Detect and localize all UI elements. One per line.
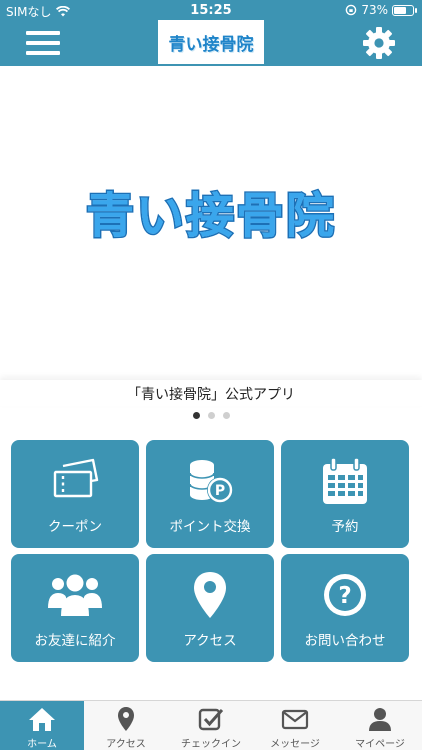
gear-icon[interactable]: [362, 26, 396, 60]
coins-point-icon: P: [189, 460, 233, 503]
tab-message[interactable]: メッセージ: [253, 701, 337, 750]
map-pin-icon: [118, 707, 134, 731]
tab-home-label: ホーム: [27, 739, 57, 750]
person-icon: [369, 708, 391, 731]
point-exchange-label: ポイント交換: [169, 519, 251, 535]
question-icon: ?: [324, 574, 366, 616]
contact-tile[interactable]: ? お問い合わせ: [281, 554, 409, 662]
friends-icon: [48, 574, 102, 616]
carousel-dots: [0, 412, 422, 419]
contact-label: お問い合わせ: [304, 633, 386, 649]
reservation-tile[interactable]: 予約: [281, 440, 409, 548]
carousel-dot[interactable]: [207, 412, 215, 419]
tab-access-label: アクセス: [106, 739, 146, 750]
carousel-dot[interactable]: [222, 412, 230, 419]
home-icon: [29, 708, 55, 731]
refer-friend-label: お友達に紹介: [34, 633, 116, 649]
tab-checkin-label: チェックイン: [181, 739, 241, 750]
reservation-label: 予約: [331, 519, 359, 535]
checkin-icon: [198, 708, 224, 731]
coupon-label: クーポン: [48, 519, 102, 535]
point-exchange-tile[interactable]: P ポイント交換: [146, 440, 274, 548]
tab-home[interactable]: ホーム: [0, 701, 84, 750]
header-logo: 青い接骨院: [158, 20, 264, 64]
coupon-tile[interactable]: クーポン: [11, 440, 139, 548]
access-label: アクセス: [183, 633, 237, 649]
svg-text:?: ?: [338, 583, 351, 609]
mail-icon: [281, 709, 309, 730]
header-logo-text: 青い接骨院: [168, 34, 254, 55]
tab-checkin[interactable]: チェックイン: [169, 701, 253, 750]
hero-logo-text: 青い接骨院: [85, 188, 336, 244]
nav-bar: 青い接骨院: [0, 20, 422, 66]
battery-percent: 73%: [361, 3, 388, 17]
tab-mypage[interactable]: マイページ: [338, 701, 422, 750]
tab-bar: ホーム アクセス チェックイン メッセージ マイページ: [0, 700, 422, 750]
battery-icon: [392, 4, 417, 16]
access-tile[interactable]: アクセス: [146, 554, 274, 662]
tab-message-label: メッセージ: [270, 739, 320, 750]
status-right: 73%: [345, 3, 417, 17]
ticket-icon: [53, 458, 99, 498]
orientation-lock-icon: [346, 4, 357, 16]
tab-access[interactable]: アクセス: [84, 701, 168, 750]
status-bar: SIMなし 15:25 73%: [0, 0, 422, 20]
hero-banner[interactable]: 青い接骨院 青い接骨院: [0, 66, 422, 380]
refer-friend-tile[interactable]: お友達に紹介: [11, 554, 139, 662]
calendar-icon: [323, 457, 367, 504]
carousel-dot[interactable]: [192, 412, 200, 419]
svg-text:P: P: [215, 483, 225, 499]
tab-mypage-label: マイページ: [355, 739, 405, 750]
app-caption: 「青い接骨院」公式アプリ: [127, 387, 295, 403]
map-pin-icon: [194, 572, 226, 618]
hamburger-menu-icon[interactable]: [26, 28, 60, 58]
